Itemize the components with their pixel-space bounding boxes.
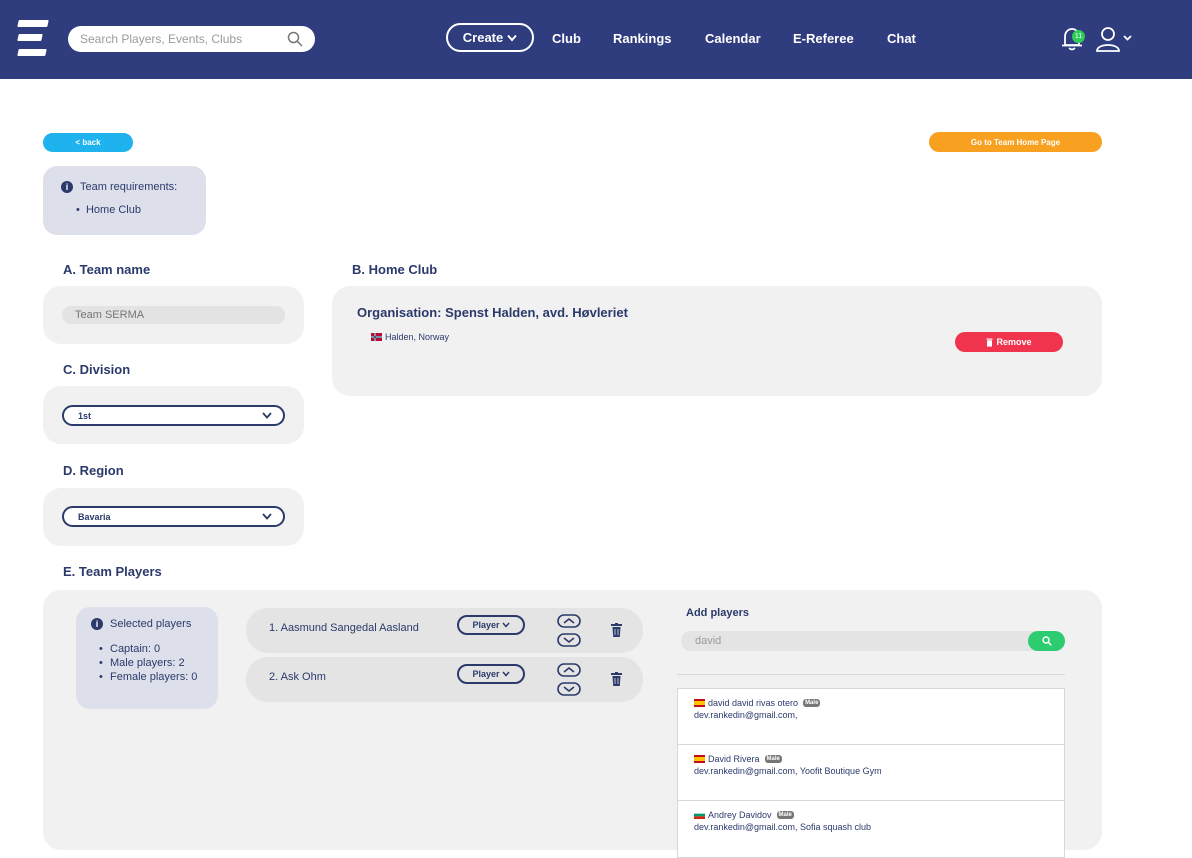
spain-flag-icon <box>694 755 705 763</box>
trash-icon <box>986 338 993 347</box>
search-result-item[interactable]: David Rivera Male dev.rankedin@gmail.com… <box>678 745 1064 801</box>
region-value: Bavaria <box>78 511 111 522</box>
selected-players-title: i Selected players <box>91 618 191 630</box>
organisation-location-text: Halden, Norway <box>385 332 450 342</box>
gender-badge: Male <box>764 755 782 763</box>
result-detail: dev.rankedin@gmail.com, Sofia squash clu… <box>694 822 872 832</box>
male-players-count: Male players: 2 <box>99 656 210 670</box>
team-name-label: A. Team name <box>63 262 151 277</box>
result-name: david david rivas otero <box>708 698 799 708</box>
selected-players-label: Selected players <box>110 618 192 630</box>
result-name-line: Andrey Davidov Male <box>694 810 794 820</box>
trash-icon[interactable] <box>611 623 622 637</box>
search-result-item[interactable]: david david rivas otero Male dev.rankedi… <box>678 689 1064 745</box>
spain-flag-icon <box>694 699 705 707</box>
player-role-value: Player <box>472 620 500 630</box>
chevron-down-icon <box>507 34 517 42</box>
notification-badge: 11 <box>1072 30 1085 43</box>
create-label: Create <box>462 30 504 45</box>
organisation-location: Halden, Norway <box>371 332 449 342</box>
result-name: Andrey Davidov <box>708 810 772 820</box>
top-navbar: Create Club Rankings Calendar E-Referee … <box>0 0 1192 79</box>
add-players-search-button[interactable] <box>1028 631 1065 651</box>
player-name: 2. Ask Ohm <box>269 671 326 683</box>
reorder-arrows-icon[interactable] <box>557 663 581 697</box>
division-value: 1st <box>78 410 92 421</box>
selected-players-stats: Captain: 0 Male players: 2 Female player… <box>99 642 210 684</box>
nav-club[interactable]: Club <box>552 31 581 46</box>
division-select[interactable]: 1st <box>62 405 285 426</box>
home-club-label: B. Home Club <box>352 262 438 277</box>
region-label: D. Region <box>63 463 124 478</box>
result-detail: dev.rankedin@gmail.com, Yoofit Boutique … <box>694 766 882 776</box>
reorder-arrows-icon[interactable] <box>557 614 581 648</box>
gender-badge: Male <box>803 699 821 707</box>
team-name-input[interactable] <box>62 306 285 324</box>
result-name: David Rivera <box>708 754 760 764</box>
nav-rankings[interactable]: Rankings <box>613 31 672 46</box>
add-players-search-input[interactable] <box>695 633 995 649</box>
chevron-down-icon <box>501 622 510 628</box>
result-name-line: david david rivas otero Male <box>694 698 821 708</box>
create-dropdown-button[interactable]: Create <box>446 23 534 52</box>
divider <box>677 674 1065 675</box>
go-to-team-home-button[interactable]: Go to Team Home Page <box>929 132 1102 152</box>
add-players-title: Add players <box>686 607 749 619</box>
result-name-line: David Rivera Male <box>694 754 782 764</box>
gender-badge: Male <box>776 811 794 819</box>
search-result-item[interactable]: Andrey Davidov Male dev.rankedin@gmail.c… <box>678 801 1064 857</box>
player-role-value: Player <box>472 669 500 679</box>
player-row: 1. Aasmund Sangedal Aasland Player <box>246 608 643 653</box>
nav-calendar[interactable]: Calendar <box>705 31 761 46</box>
requirement-item: • Home Club <box>76 204 141 216</box>
user-avatar-icon[interactable] <box>1095 26 1135 52</box>
bulgaria-flag-icon <box>694 811 705 819</box>
nav-e-referee[interactable]: E-Referee <box>793 31 854 46</box>
chevron-down-icon <box>262 513 272 520</box>
team-players-label: E. Team Players <box>63 564 162 579</box>
info-icon: i <box>61 181 73 193</box>
global-search <box>68 26 315 52</box>
nav-chat[interactable]: Chat <box>887 31 916 46</box>
player-role-select[interactable]: Player <box>457 615 525 635</box>
division-label: C. Division <box>63 362 131 377</box>
captain-count: Captain: 0 <box>99 642 210 656</box>
organisation-name: Organisation: Spenst Halden, avd. Høvler… <box>357 305 628 320</box>
search-icon <box>1041 636 1052 646</box>
chevron-down-icon <box>262 412 272 419</box>
global-search-input[interactable] <box>80 30 280 48</box>
result-detail: dev.rankedin@gmail.com, <box>694 710 798 720</box>
norway-flag-icon <box>371 333 382 341</box>
remove-club-label: Remove <box>996 337 1032 347</box>
trash-icon[interactable] <box>611 672 622 686</box>
team-requirements-label: Team requirements: <box>80 181 178 193</box>
back-button[interactable]: < back <box>43 133 133 152</box>
team-requirements-title: i Team requirements: <box>61 181 177 193</box>
player-name: 1. Aasmund Sangedal Aasland <box>269 622 419 634</box>
player-search-results: david david rivas otero Male dev.rankedi… <box>677 688 1065 858</box>
remove-club-button[interactable]: Remove <box>955 332 1063 352</box>
chevron-down-icon <box>501 671 510 677</box>
search-icon[interactable] <box>287 31 303 47</box>
player-role-select[interactable]: Player <box>457 664 525 684</box>
female-players-count: Female players: 0 <box>99 670 210 684</box>
region-select[interactable]: Bavaria <box>62 506 285 527</box>
app-logo[interactable] <box>17 20 49 56</box>
player-row: 2. Ask Ohm Player <box>246 657 643 702</box>
team-requirements-box <box>43 166 206 235</box>
add-players-search <box>681 631 1065 651</box>
info-icon: i <box>91 618 103 630</box>
requirement-item-text: Home Club <box>85 204 141 216</box>
